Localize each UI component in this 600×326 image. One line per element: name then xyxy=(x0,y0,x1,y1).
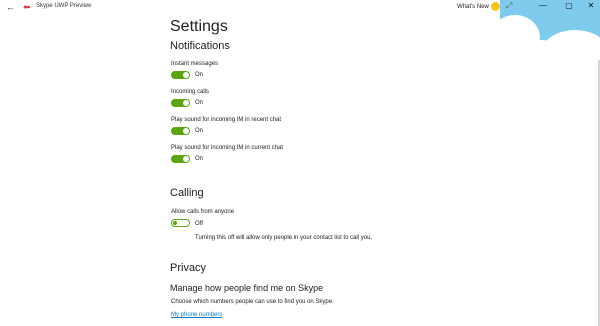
allow-calls-hint: Turning this off will allow only people … xyxy=(195,235,373,241)
sound-current-chat-toggle[interactable] xyxy=(171,155,190,163)
notifications-heading: Notifications xyxy=(170,40,230,52)
sound-current-chat-label: Play sound for incoming IM in current ch… xyxy=(171,145,284,151)
whats-new-link[interactable]: What's New xyxy=(457,4,489,10)
calling-heading: Calling xyxy=(170,187,204,199)
sound-recent-chat-toggle[interactable] xyxy=(171,127,190,135)
my-phone-numbers-link[interactable]: My phone numbers xyxy=(171,312,222,318)
instant-messages-label: Instant messages xyxy=(171,61,219,67)
close-button[interactable]: ✕ xyxy=(585,1,597,10)
incoming-calls-toggle[interactable] xyxy=(171,99,190,107)
allow-calls-label: Allow calls from anyone xyxy=(171,209,235,215)
instant-messages-state: On xyxy=(195,72,204,78)
expand-icon[interactable]: ⤢ xyxy=(506,1,512,11)
sound-recent-chat-state: On xyxy=(195,128,204,134)
allow-calls-toggle[interactable] xyxy=(171,219,190,227)
app-title: Skype UWP Preview xyxy=(36,3,92,9)
smiley-icon[interactable] xyxy=(491,2,500,11)
manage-find-me-heading: Manage how people find me on Skype xyxy=(170,283,324,293)
incoming-calls-state: On xyxy=(195,100,204,106)
sound-current-chat-state: On xyxy=(195,156,204,162)
incoming-calls-label: Incoming calls xyxy=(171,89,210,95)
privacy-description: Choose which numbers people can use to f… xyxy=(171,299,334,305)
sound-recent-chat-label: Play sound for incoming IM in recent cha… xyxy=(171,117,282,123)
minimize-button[interactable]: — xyxy=(537,1,549,10)
maximize-button[interactable]: ▢ xyxy=(563,1,575,10)
page-title: Settings xyxy=(170,18,228,35)
skype-icon: ⬅ xyxy=(23,2,31,12)
allow-calls-state: Off xyxy=(195,221,203,227)
privacy-heading: Privacy xyxy=(170,262,207,274)
back-arrow-icon[interactable]: ← xyxy=(6,1,15,13)
instant-messages-toggle[interactable] xyxy=(171,71,190,79)
